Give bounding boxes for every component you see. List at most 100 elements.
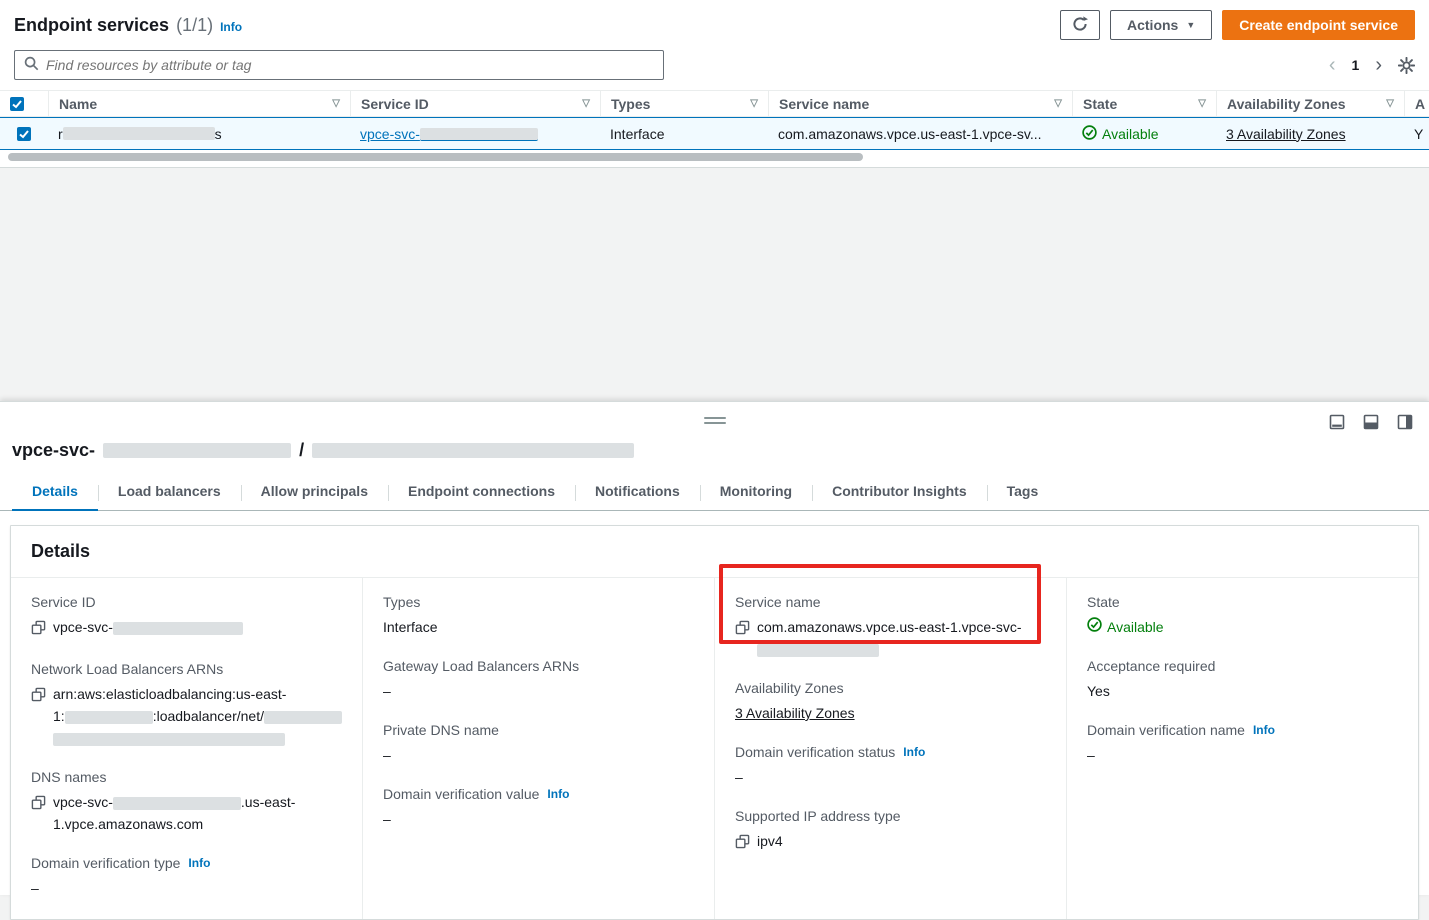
field-domain-verification-status: Domain verification status Info – <box>735 744 1046 788</box>
scrollbar-thumb[interactable] <box>8 153 863 161</box>
panel-collapse-icon[interactable] <box>1329 414 1345 430</box>
next-page-button[interactable]: › <box>1375 55 1382 75</box>
current-page-number[interactable]: 1 <box>1352 57 1360 73</box>
field-label: Private DNS name <box>383 722 499 738</box>
resource-count: (1/1) <box>176 15 213 36</box>
pagination: ‹ 1 › <box>1329 55 1415 75</box>
service-id-link[interactable]: vpce-svc- <box>360 126 538 142</box>
copy-icon[interactable] <box>735 619 750 641</box>
copy-icon[interactable] <box>31 619 46 641</box>
check-circle-icon <box>1082 125 1097 143</box>
field-label: Domain verification name <box>1087 722 1245 738</box>
field-glb-arns: Gateway Load Balancers ARNs – <box>383 658 694 702</box>
info-link[interactable]: Info <box>1253 723 1275 737</box>
filter-icon[interactable]: ▽ <box>1386 98 1394 109</box>
field-label: Types <box>383 594 420 610</box>
details-column-4: State Available Acceptance required Yes <box>1066 578 1418 919</box>
info-link[interactable]: Info <box>188 856 210 870</box>
cell-name: r s <box>48 118 350 149</box>
details-column-1: Service ID vpce-svc- Network Load Balanc… <box>11 578 362 919</box>
preferences-button[interactable] <box>1398 57 1415 74</box>
empty-value: – <box>383 680 391 702</box>
copy-icon[interactable] <box>31 794 46 816</box>
search-box[interactable] <box>14 50 664 80</box>
tab-details[interactable]: Details <box>12 475 98 511</box>
refresh-icon <box>1072 16 1088 35</box>
state-label: Available <box>1107 616 1164 638</box>
filter-icon[interactable]: ▽ <box>582 98 590 109</box>
filter-icon[interactable]: ▽ <box>332 98 340 109</box>
actions-dropdown-button[interactable]: Actions ▼ <box>1110 10 1212 40</box>
filter-icon[interactable]: ▽ <box>1054 98 1062 109</box>
cell-service-name: com.amazonaws.vpce.us-east-1.vpce-sv... <box>768 118 1072 149</box>
field-domain-verification-type: Domain verification type Info – <box>31 855 342 899</box>
column-header-service-id[interactable]: Service ID ▽ <box>350 91 600 116</box>
service-name-value: com.amazonaws.vpce.us-east-1.vpce-sv... <box>778 126 1042 142</box>
field-label: Availability Zones <box>735 680 844 696</box>
title-separator: / <box>299 440 304 461</box>
field-label: Service ID <box>31 594 96 610</box>
column-header-service-name[interactable]: Service name ▽ <box>768 91 1072 116</box>
availability-zones-link[interactable]: 3 Availability Zones <box>1226 126 1346 142</box>
cell-state: Available <box>1072 118 1216 149</box>
empty-value: – <box>735 766 743 788</box>
copy-icon[interactable] <box>735 833 750 855</box>
info-link[interactable]: Info <box>547 787 569 801</box>
panel-side-layout-icon[interactable] <box>1397 414 1413 430</box>
filter-icon[interactable]: ▽ <box>750 98 758 109</box>
previous-page-button[interactable]: ‹ <box>1329 55 1336 75</box>
field-supported-ip-type: Supported IP address type ipv4 <box>735 808 1046 855</box>
empty-value: – <box>383 808 391 830</box>
details-card-header: Details <box>11 526 1418 578</box>
column-header-state[interactable]: State ▽ <box>1072 91 1216 116</box>
redacted-service-id <box>420 128 538 141</box>
info-link[interactable]: Info <box>903 745 925 759</box>
filter-icon[interactable]: ▽ <box>1198 98 1206 109</box>
panel-layout-controls <box>1329 414 1413 430</box>
tab-monitoring[interactable]: Monitoring <box>700 475 812 510</box>
tab-endpoint-connections[interactable]: Endpoint connections <box>388 475 575 510</box>
dns-mid: .us-east- <box>241 794 295 810</box>
field-label: Gateway Load Balancers ARNs <box>383 658 579 674</box>
field-label: Acceptance required <box>1087 658 1215 674</box>
field-domain-verification-value: Domain verification value Info – <box>383 786 694 830</box>
field-dns-names: DNS names vpce-svc-.us-east- 1.vpce.amaz… <box>31 769 342 835</box>
field-domain-verification-name: Domain verification name Info – <box>1087 722 1398 766</box>
column-header-acceptance-cutoff[interactable]: A <box>1404 91 1429 116</box>
title-prefix: vpce-svc- <box>12 440 95 461</box>
info-link[interactable]: Info <box>220 20 242 34</box>
table-row[interactable]: r s vpce-svc- Interface com.amazonaws.vp… <box>0 117 1429 150</box>
column-header-name[interactable]: Name ▽ <box>48 91 350 116</box>
empty-value: – <box>31 877 39 899</box>
dns-prefix: vpce-svc- <box>53 794 113 810</box>
availability-zones-link[interactable]: 3 Availability Zones <box>735 702 855 724</box>
redacted-dns-id <box>113 797 241 810</box>
select-all-checkbox[interactable] <box>0 91 48 116</box>
column-header-availability-zones[interactable]: Availability Zones ▽ <box>1216 91 1404 116</box>
row-checkbox[interactable] <box>0 118 48 149</box>
tab-notifications[interactable]: Notifications <box>575 475 700 510</box>
search-input[interactable] <box>46 57 654 73</box>
header-actions: Actions ▼ Create endpoint service <box>1060 10 1415 40</box>
refresh-button[interactable] <box>1060 10 1100 40</box>
create-endpoint-service-button[interactable]: Create endpoint service <box>1222 10 1415 40</box>
column-header-types[interactable]: Types ▽ <box>600 91 768 116</box>
table-toolbar: ‹ 1 › <box>0 46 1429 90</box>
field-label: Domain verification status <box>735 744 895 760</box>
panel-bottom-layout-icon[interactable] <box>1363 414 1379 430</box>
tab-label: Tags <box>1007 483 1039 499</box>
name-fragment: r <box>58 126 63 142</box>
tab-contributor-insights[interactable]: Contributor Insights <box>812 475 987 510</box>
copy-icon[interactable] <box>31 686 46 708</box>
tab-load-balancers[interactable]: Load balancers <box>98 475 241 510</box>
field-label: Domain verification type <box>31 855 180 871</box>
details-card: Details Service ID vpce-svc- <box>10 525 1419 920</box>
redacted-account-id <box>65 711 153 724</box>
ip-type-value: ipv4 <box>757 830 783 852</box>
tab-tags[interactable]: Tags <box>987 475 1059 510</box>
cell-types: Interface <box>600 118 768 149</box>
split-panel-drag-handle[interactable] <box>704 417 726 427</box>
detail-tabs: Details Load balancers Allow principals … <box>0 475 1429 511</box>
tab-allow-principals[interactable]: Allow principals <box>241 475 388 510</box>
column-label: Name <box>59 96 97 112</box>
